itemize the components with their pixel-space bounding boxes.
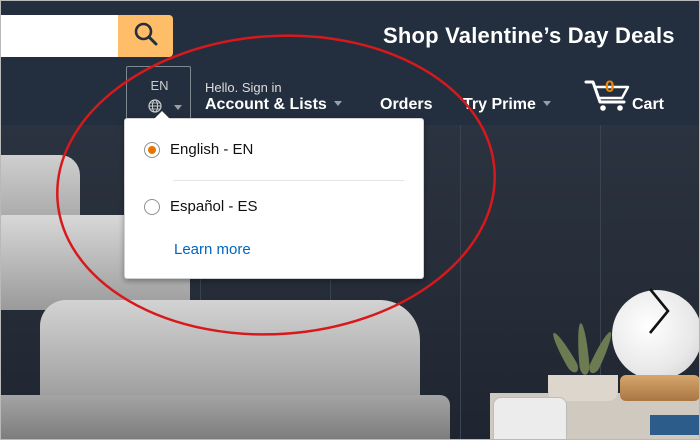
sign-in-greeting[interactable]: Hello. Sign in xyxy=(205,80,282,95)
chevron-down-icon xyxy=(334,101,343,106)
language-option-english[interactable]: English - EN xyxy=(144,141,253,158)
lamp-base-image xyxy=(620,375,700,401)
search-icon xyxy=(133,21,159,52)
divider xyxy=(173,180,404,181)
speaker-image xyxy=(493,397,567,440)
search-button[interactable] xyxy=(118,15,173,57)
carousel-next-icon[interactable] xyxy=(644,285,674,342)
plant-leaf xyxy=(586,329,616,376)
account-lists-link[interactable]: Account & Lists xyxy=(205,96,343,114)
language-option-label: Español - ES xyxy=(170,198,258,215)
radio-selected-icon[interactable] xyxy=(144,141,160,158)
plant-leaf xyxy=(549,330,581,375)
try-prime-link[interactable]: Try Prime xyxy=(463,96,552,114)
orders-link[interactable]: Orders xyxy=(380,96,432,114)
language-code: EN xyxy=(150,78,169,93)
cart-link[interactable]: Cart xyxy=(632,96,664,114)
search-input[interactable] xyxy=(0,15,118,57)
try-prime-label: Try Prime xyxy=(463,96,536,113)
wall-panel-line xyxy=(460,125,461,440)
language-option-label: English - EN xyxy=(170,141,254,158)
cart-count: 0 xyxy=(605,77,615,96)
promo-link[interactable]: Shop Valentine’s Day Deals xyxy=(383,23,675,49)
language-option-spanish[interactable]: Español - ES xyxy=(144,198,258,215)
chevron-down-icon xyxy=(174,105,182,110)
learn-more-link[interactable]: Learn more xyxy=(174,241,251,258)
book-image xyxy=(650,415,700,435)
top-header: Shop Valentine’s Day Deals xyxy=(0,0,700,66)
radio-unselected-icon[interactable] xyxy=(144,198,160,215)
account-lists-label: Account & Lists xyxy=(205,96,327,113)
chevron-down-icon xyxy=(543,101,552,106)
language-dropdown: English - EN Español - ES Learn more xyxy=(124,118,424,279)
bed-image xyxy=(0,395,450,440)
dropdown-pointer xyxy=(154,111,170,119)
